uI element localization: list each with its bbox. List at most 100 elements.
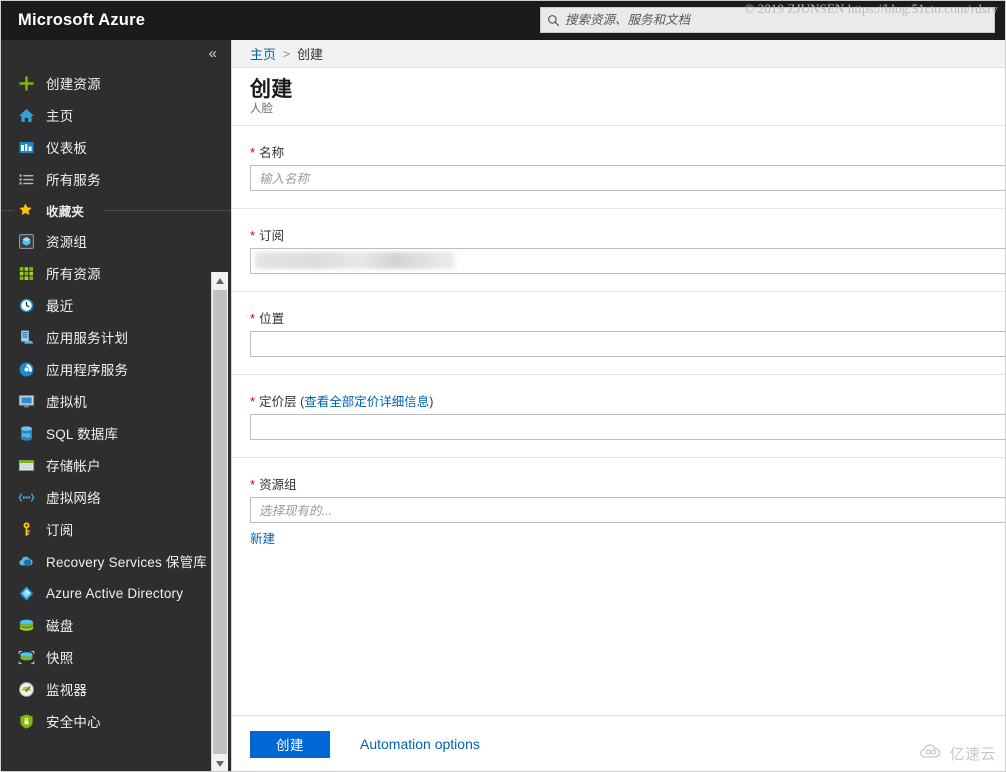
scroll-down-icon[interactable] [212,755,228,772]
sidebar-item-sql-databases[interactable]: SQL SQL 数据库 [0,417,231,449]
home-icon [18,107,35,124]
sidebar-item-all-services[interactable]: 所有服务 [0,163,231,195]
redacted-value [255,252,455,269]
sidebar-item-disks[interactable]: 磁盘 [0,609,231,641]
sidebar-item-recovery-services-vaults[interactable]: Recovery Services 保管库 [0,545,231,577]
sidebar-item-security-center[interactable]: 安全中心 [0,705,231,737]
sidebar-item-home[interactable]: 主页 [0,99,231,131]
app-service-plan-icon [18,329,35,346]
azure-portal: Microsoft Azure © 2019 ZJUNSEN https://b… [0,0,1006,772]
create-new-resource-group-link[interactable]: 新建 [232,528,275,547]
collapse-sidebar-icon[interactable]: « [205,44,221,63]
content-panel: 主页 > 创建 创建 人脸 * 名称 输入名称 [231,40,1006,772]
svg-text:SQL: SQL [22,432,32,437]
virtual-machine-icon [18,393,35,410]
sidebar-item-virtual-machines[interactable]: 虚拟机 [0,385,231,417]
dashboard-icon [18,139,35,156]
name-input[interactable]: 输入名称 [250,165,1006,191]
label-text: 名称 [259,146,284,160]
required-marker: * [250,228,255,243]
sidebar-label: 最近 [46,295,73,315]
sidebar-label: 存储帐户 [46,455,101,475]
sidebar-label: 虚拟网络 [46,487,101,507]
sidebar-item-storage-accounts[interactable]: 存储帐户 [0,449,231,481]
sidebar-item-app-services[interactable]: 应用程序服务 [0,353,231,385]
required-marker: * [250,145,255,160]
sidebar-item-app-service-plans[interactable]: 应用服务计划 [0,321,231,353]
storage-account-icon [18,457,35,474]
key-icon [18,521,35,538]
required-marker: * [250,477,255,492]
sidebar-item-snapshots[interactable]: 快照 [0,641,231,673]
field-resource-group-label: *资源组 [232,474,1006,493]
sidebar-item-resource-groups[interactable]: 资源组 [0,225,231,257]
sidebar-label: 所有资源 [46,263,101,283]
brand-logo-text[interactable]: Microsoft Azure [0,11,145,30]
sidebar-label: 仪表板 [46,137,87,157]
global-search[interactable] [540,7,995,33]
top-bar: Microsoft Azure © 2019 ZJUNSEN https://b… [0,0,1006,40]
name-placeholder: 输入名称 [259,168,309,187]
breadcrumb-current: 创建 [297,44,323,63]
field-divider [232,208,1006,209]
field-location-label: *位置 [232,308,1006,327]
sidebar-item-create-resource[interactable]: 创建资源 [0,67,231,99]
sidebar-label: SQL 数据库 [46,423,118,443]
field-name: * 名称 输入名称 [232,142,1006,191]
paren-close: ) [429,395,433,409]
recovery-vault-icon [18,553,35,570]
label-text: 订阅 [259,229,284,243]
automation-options-link[interactable]: Automation options [360,736,480,752]
sidebar-label: 安全中心 [46,711,101,731]
field-divider [232,457,1006,458]
create-button[interactable]: 创建 [250,731,330,758]
search-input[interactable] [565,13,994,27]
sidebar-item-monitor[interactable]: 监视器 [0,673,231,705]
field-divider [232,291,1006,292]
sidebar-item-dashboard[interactable]: 仪表板 [0,131,231,163]
sidebar-label: Azure Active Directory [46,586,183,601]
azure-ad-icon [18,585,35,602]
virtual-network-icon [18,489,35,506]
sidebar-item-azure-active-directory[interactable]: Azure Active Directory [0,577,231,609]
breadcrumb: 主页 > 创建 [232,40,1006,68]
sidebar-label: Recovery Services 保管库 [46,551,207,571]
scrollbar-thumb[interactable] [213,290,227,754]
pricing-details-link[interactable]: 查看全部定价详细信息 [304,395,429,409]
page-subtitle: 人脸 [250,103,1006,116]
sidebar-item-recent[interactable]: 最近 [0,289,231,321]
action-bar: 创建 Automation options [232,715,1006,772]
list-icon [18,171,35,188]
divider-right [103,210,231,211]
sidebar-item-all-resources[interactable]: 所有资源 [0,257,231,289]
all-resources-icon [18,265,35,282]
divider-left [0,210,14,211]
sidebar-item-virtual-networks[interactable]: 虚拟网络 [0,481,231,513]
page-header: 创建 人脸 [232,68,1006,126]
search-icon [541,14,565,27]
subscription-select[interactable] [250,248,1006,274]
clock-icon [18,297,35,314]
pricing-tier-select[interactable] [250,414,1006,440]
favorites-header: 收藏夹 [0,195,231,225]
label-text: 定价层 [259,395,297,409]
body: « 创建资源 [0,40,1006,772]
field-divider [232,374,1006,375]
resource-group-icon [18,233,35,250]
breadcrumb-home[interactable]: 主页 [250,44,276,63]
star-icon [18,202,35,219]
sidebar-collapse-row: « [0,40,231,67]
required-marker: * [250,394,255,409]
field-subscription-label: * 订阅 [232,225,1006,244]
sidebar-label: 监视器 [46,679,87,699]
location-select[interactable] [250,331,1006,357]
sidebar-item-subscriptions[interactable]: 订阅 [0,513,231,545]
sidebar-scrollbar[interactable] [211,272,228,772]
favorites-label: 收藏夹 [46,201,84,220]
sidebar-label: 订阅 [46,519,73,539]
field-subscription: * 订阅 [232,225,1006,274]
sidebar-label: 创建资源 [46,73,101,93]
resource-group-select[interactable]: 选择现有的... [250,497,1006,523]
scroll-up-icon[interactable] [212,272,228,289]
sidebar-nav: 创建资源 主页 [0,67,231,737]
